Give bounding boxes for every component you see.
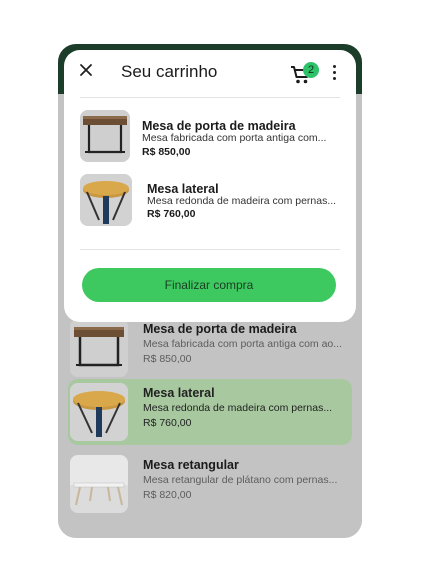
- page-title: Seu carrinho: [121, 62, 218, 81]
- list-item[interactable]: Mesa retangular Mesa retangular de pláta…: [68, 451, 352, 517]
- cart-sheet: Seu carrinho 2 Mesa de porta de madeira …: [64, 50, 356, 322]
- cart-item-name: Mesa de porta de madeira: [142, 119, 296, 133]
- product-description: Mesa retangular de plátano com pernas...: [143, 474, 338, 486]
- cart-item-description: Mesa fabricada com porta antiga com...: [142, 132, 327, 144]
- divider: [80, 249, 340, 250]
- product-image-door-table: [70, 319, 128, 377]
- cart-button[interactable]: 2: [290, 62, 319, 84]
- cart-item-name: Mesa lateral: [147, 182, 219, 196]
- cart-item-price: R$ 760,00: [147, 208, 196, 220]
- product-image-rect-table: [70, 455, 128, 513]
- cart-item-image-door-table: [80, 110, 130, 162]
- cart-item-price: R$ 850,00: [142, 146, 191, 158]
- product-price: R$ 850,00: [143, 353, 192, 365]
- cart-count-badge: 2: [303, 62, 319, 78]
- checkout-button[interactable]: Finalizar compra: [82, 268, 336, 302]
- product-name: Mesa de porta de madeira: [143, 322, 297, 336]
- product-description: Mesa fabricada com porta antiga com ao..…: [143, 338, 343, 350]
- product-name: Mesa lateral: [143, 386, 215, 400]
- product-image-side-table: [70, 383, 128, 441]
- product-price: R$ 820,00: [143, 489, 192, 501]
- product-name: Mesa retangular: [143, 458, 239, 472]
- close-icon[interactable]: [78, 62, 94, 78]
- cart-item-description: Mesa redonda de madeira com pernas...: [147, 195, 337, 207]
- product-price: R$ 760,00: [143, 417, 192, 429]
- product-description: Mesa redonda de madeira com pernas...: [143, 402, 333, 414]
- cart-item-image-side-table: [80, 174, 132, 226]
- divider: [80, 97, 340, 98]
- list-item[interactable]: Mesa de porta de madeira Mesa fabricada …: [68, 315, 352, 381]
- more-vert-icon[interactable]: [330, 65, 338, 81]
- list-item-selected[interactable]: Mesa lateral Mesa redonda de madeira com…: [68, 379, 352, 445]
